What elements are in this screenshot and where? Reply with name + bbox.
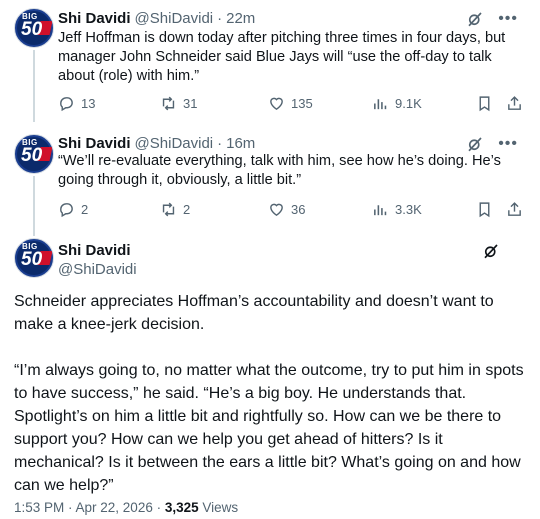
main-tweet: BIG 50 Shi Davidi @ShiDavidi Schneider a… [0, 0, 540, 519]
views-label: Views [198, 500, 239, 515]
tweet-meta: 1:53 PM · Apr 22, 2026 · 3,325 Views [14, 500, 238, 515]
tweet-text: Schneider appreciates Hoffman’s accounta… [14, 290, 526, 519]
tweet-paragraph: “I’m always going to, no matter what the… [14, 362, 524, 494]
author-name[interactable]: Shi Davidi [58, 242, 137, 259]
grok-icon[interactable] [482, 242, 500, 260]
tweet-paragraph: Schneider appreciates Hoffman’s accounta… [14, 293, 494, 333]
views-number: 3,325 [164, 500, 199, 515]
tweet-timestamp[interactable]: 1:53 PM · Apr 22, 2026 · [14, 500, 165, 515]
author-block: Shi Davidi @ShiDavidi [58, 242, 137, 278]
author-handle[interactable]: @ShiDavidi [58, 261, 137, 278]
avatar[interactable]: BIG 50 [14, 238, 54, 278]
